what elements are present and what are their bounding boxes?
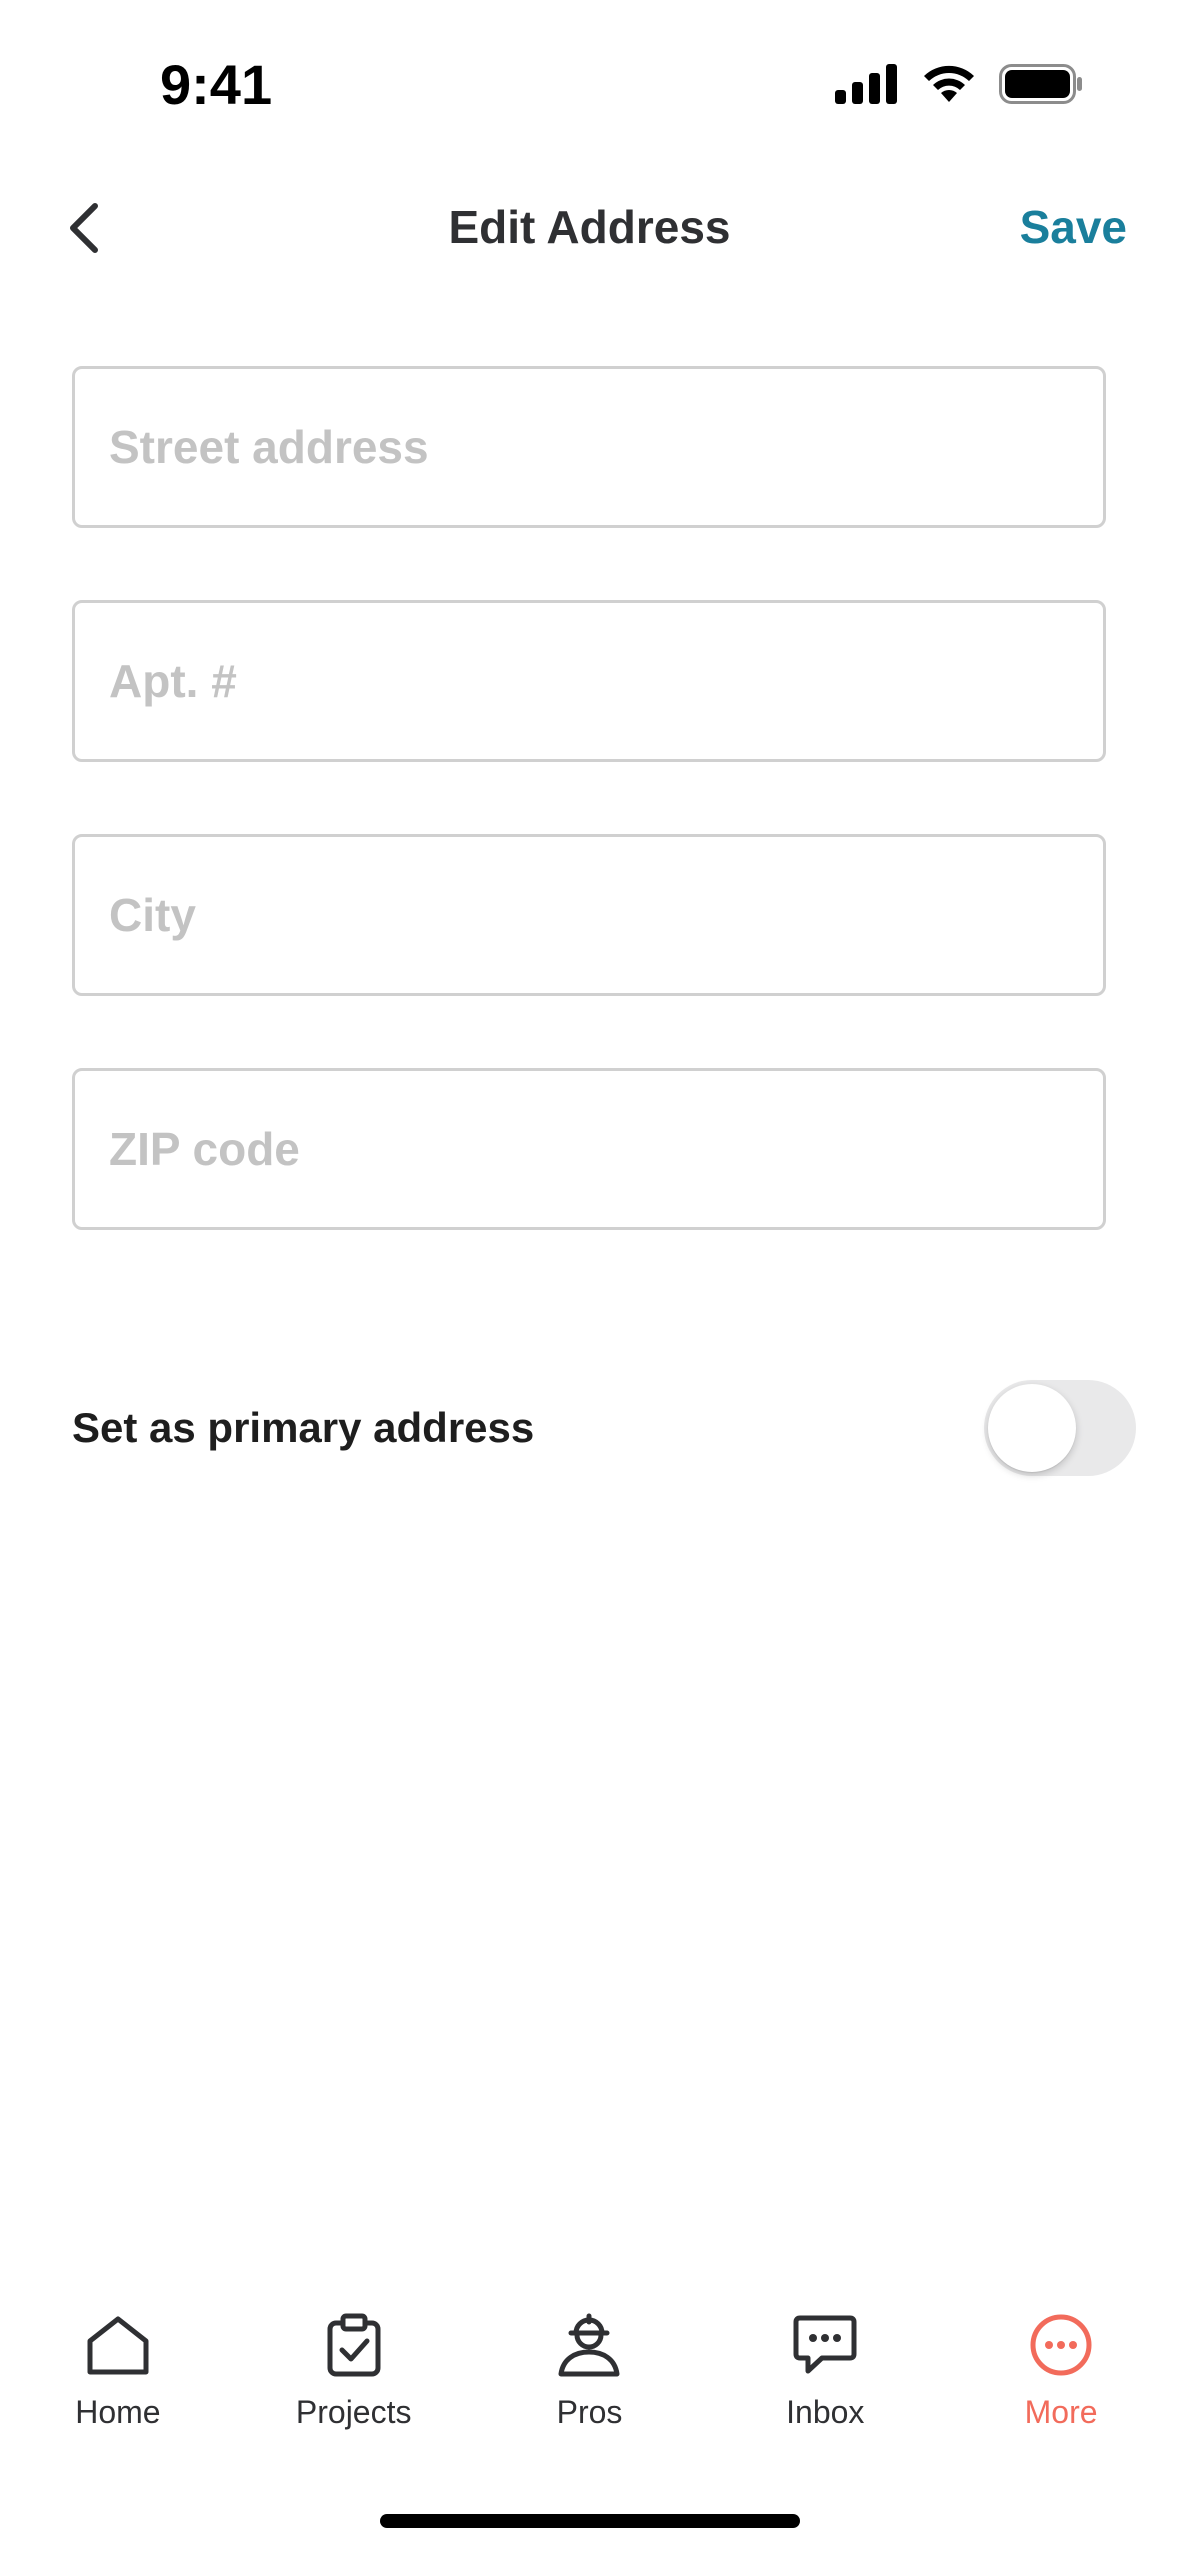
page-title: Edit Address bbox=[448, 201, 731, 253]
city-input[interactable] bbox=[75, 837, 1103, 993]
zip-code-field-container bbox=[72, 1068, 1106, 1230]
primary-address-row: Set as primary address bbox=[72, 1380, 1136, 1476]
navigation-bar: Edit Address Save bbox=[0, 170, 1179, 290]
tab-home[interactable]: Home bbox=[0, 2310, 236, 2470]
primary-address-label: Set as primary address bbox=[72, 1404, 535, 1451]
battery-icon bbox=[999, 63, 1083, 109]
tab-bar: Home Projects Pros Inbox More bbox=[0, 2310, 1179, 2470]
primary-address-toggle[interactable] bbox=[984, 1380, 1136, 1476]
save-button[interactable]: Save bbox=[1020, 200, 1127, 254]
street-address-field-container bbox=[72, 366, 1106, 528]
more-circle-icon bbox=[1026, 2310, 1096, 2380]
apt-number-field-container bbox=[72, 600, 1106, 762]
home-indicator bbox=[380, 2514, 800, 2528]
tab-projects-label: Projects bbox=[295, 2394, 412, 2430]
zip-code-input[interactable] bbox=[75, 1071, 1103, 1227]
city-field-container bbox=[72, 834, 1106, 996]
cellular-signal-icon bbox=[835, 63, 899, 109]
chat-bubble-icon bbox=[790, 2310, 860, 2380]
toggle-knob bbox=[988, 1384, 1076, 1472]
apt-number-input[interactable] bbox=[75, 603, 1103, 759]
tab-inbox-label: Inbox bbox=[786, 2394, 865, 2430]
pro-worker-icon bbox=[554, 2310, 624, 2380]
edit-address-screen: 9:41 Edit Address Save Street address Ap… bbox=[0, 0, 1179, 2556]
tab-more[interactable]: More bbox=[943, 2310, 1179, 2470]
tab-pros-label: Pros bbox=[556, 2394, 623, 2430]
status-bar: 9:41 bbox=[0, 0, 1179, 150]
street-address-input[interactable] bbox=[75, 369, 1103, 525]
status-time: 9:41 bbox=[160, 53, 273, 116]
tab-more-label: More bbox=[1024, 2394, 1098, 2430]
tab-home-label: Home bbox=[75, 2394, 161, 2430]
tab-projects[interactable]: Projects bbox=[236, 2310, 472, 2470]
tab-inbox[interactable]: Inbox bbox=[707, 2310, 943, 2470]
tab-pros[interactable]: Pros bbox=[472, 2310, 708, 2470]
wifi-icon bbox=[921, 64, 977, 109]
home-icon bbox=[83, 2310, 153, 2380]
clipboard-check-icon bbox=[319, 2310, 389, 2380]
status-icons bbox=[835, 63, 1083, 109]
